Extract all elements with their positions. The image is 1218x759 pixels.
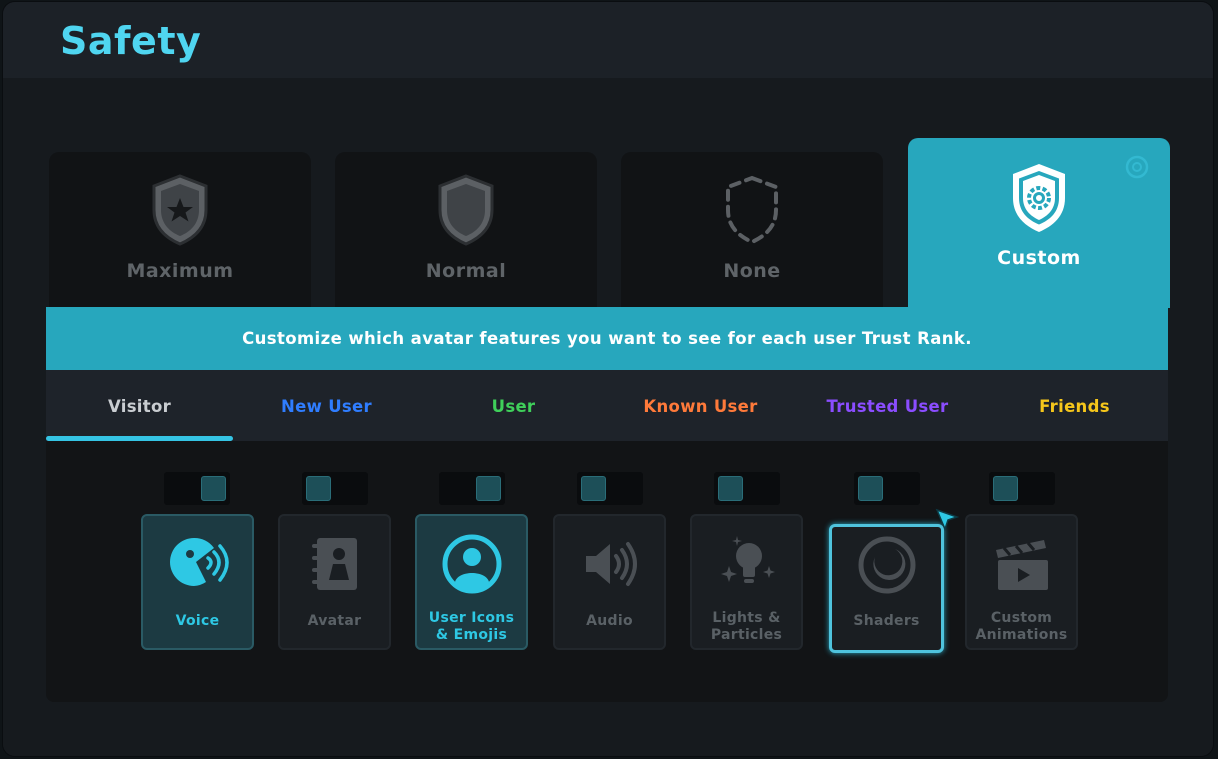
voice-toggle[interactable]	[164, 472, 230, 505]
feature-audio[interactable]: Audio	[553, 514, 666, 650]
level-label: None	[723, 260, 781, 282]
level-maximum[interactable]: Maximum	[49, 152, 311, 307]
toggle-knob	[718, 476, 743, 501]
feature-label: Lights & Particles	[692, 610, 801, 644]
feature-label: Custom Animations	[967, 610, 1076, 644]
tab-label: New User	[281, 397, 372, 416]
avatar-toggle[interactable]	[302, 472, 368, 505]
shield-star-icon	[152, 174, 208, 246]
settings-ring-icon[interactable]	[1124, 154, 1150, 180]
tab-label: Visitor	[107, 397, 172, 416]
feature-label-line2: Animations	[975, 627, 1068, 643]
feature-label: Avatar	[307, 613, 362, 629]
level-none[interactable]: None	[621, 152, 883, 307]
level-label: Custom	[997, 247, 1081, 269]
shaders-toggle[interactable]	[854, 472, 920, 505]
feature-user-icons-emojis[interactable]: User Icons & Emojis	[415, 514, 528, 650]
tab-user[interactable]: User	[420, 370, 607, 441]
avatar-book-icon	[311, 538, 357, 590]
feature-label-line1: Lights &	[712, 610, 781, 626]
title-bar: Safety	[3, 2, 1213, 78]
toggle-knob	[581, 476, 606, 501]
toggle-knob	[306, 476, 331, 501]
level-normal[interactable]: Normal	[335, 152, 597, 307]
tab-trusted-user[interactable]: Trusted User	[794, 370, 981, 441]
feature-avatar[interactable]: Avatar	[278, 514, 391, 650]
feature-label-line2: Particles	[710, 627, 783, 643]
trust-rank-tabs: Visitor New User User Known User Trusted…	[46, 370, 1168, 441]
shield-gear-icon	[1013, 164, 1065, 232]
voice-icon	[169, 537, 229, 586]
tab-new-user[interactable]: New User	[233, 370, 420, 441]
lights-particles-toggle[interactable]	[714, 472, 780, 505]
toggle-knob	[858, 476, 883, 501]
feature-custom-animations[interactable]: Custom Animations	[965, 514, 1078, 650]
description-banner: Customize which avatar features you want…	[46, 307, 1168, 370]
pointer-cursor-icon	[935, 508, 960, 532]
level-label: Normal	[425, 260, 507, 282]
feature-label-line1: Custom	[990, 610, 1053, 626]
tab-visitor[interactable]: Visitor	[46, 370, 233, 441]
level-label: Maximum	[126, 260, 234, 282]
shield-dashed-icon	[726, 175, 778, 245]
tab-known-user[interactable]: Known User	[607, 370, 794, 441]
moon-circle-icon	[858, 536, 915, 594]
feature-voice[interactable]: Voice	[141, 514, 254, 650]
feature-lights-particles[interactable]: Lights & Particles	[690, 514, 803, 650]
page-title: Safety	[60, 19, 202, 63]
tab-friends[interactable]: Friends	[981, 370, 1168, 441]
lightbulb-sparkle-icon	[720, 536, 775, 583]
feature-label-line1: User Icons	[428, 610, 515, 626]
feature-label: Audio	[586, 613, 633, 629]
user-circle-icon	[442, 534, 501, 594]
feature-label-line2: & Emojis	[435, 627, 508, 643]
toggle-knob	[993, 476, 1018, 501]
tab-label: User	[491, 397, 536, 416]
toggle-knob	[201, 476, 226, 501]
shield-icon	[438, 174, 494, 246]
feature-label: Voice	[175, 613, 220, 629]
clapperboard-icon	[995, 540, 1048, 590]
audio-toggle[interactable]	[577, 472, 643, 505]
feature-label: User Icons & Emojis	[417, 610, 526, 644]
level-custom[interactable]: Custom	[908, 138, 1170, 308]
tab-label: Known User	[643, 397, 758, 416]
custom-animations-toggle[interactable]	[989, 472, 1055, 505]
tab-label: Friends	[1039, 397, 1110, 416]
tab-label: Trusted User	[826, 397, 949, 416]
user-icons-toggle[interactable]	[439, 472, 505, 505]
speaker-icon	[585, 542, 637, 586]
toggle-knob	[476, 476, 501, 501]
feature-label: Shaders	[853, 613, 920, 629]
feature-shaders[interactable]: Shaders	[829, 524, 944, 653]
